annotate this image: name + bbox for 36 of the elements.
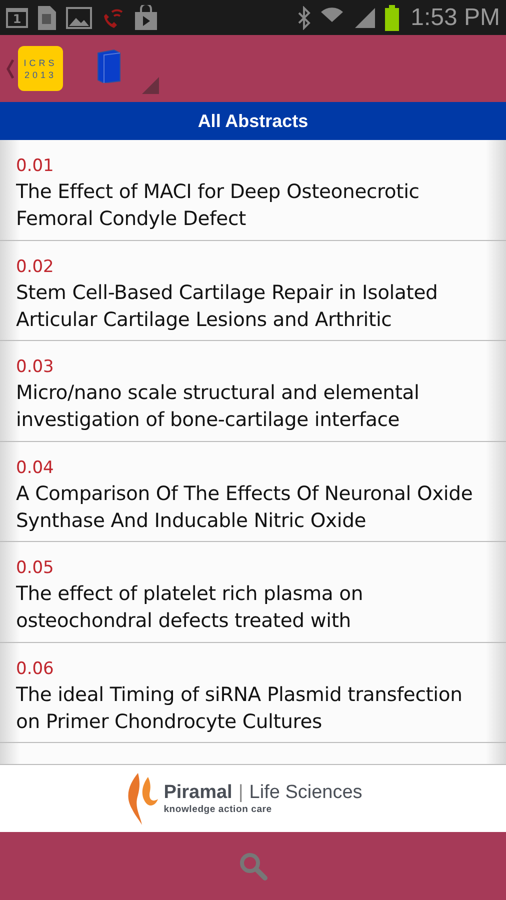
calendar-icon: 1 [6,8,28,28]
abstract-item[interactable]: 0.01 The Effect of MACI for Deep Osteonecrotic Femoral Condyle Defect [0,140,506,240]
abstract-number: 0.02 [16,256,55,278]
search-icon[interactable] [238,851,268,881]
abstract-number: 0.04 [16,456,55,480]
abstract-item[interactable]: 0.05 The effect of platelet rich plasma on osteochondral defects treated with [0,542,506,642]
image-icon [66,6,92,30]
abstract-title: The Effect of MACI for Deep Osteonecrotic Femoral Condyle Defect [16,179,420,232]
abstract-number: 0.06 [16,658,55,680]
dropdown-corner-icon[interactable] [142,77,159,94]
sponsor-tagline: knowledge action care [164,804,273,815]
sponsor-name: Piramal [164,782,232,804]
sponsor-division: Life Sciences [249,782,362,804]
bluetooth-icon [296,6,311,30]
abstract-item[interactable]: 0.06 The ideal Timing of siRNA Plasmid transfection on Primer Chondrocyte Cultures [0,642,506,743]
book-icon[interactable] [96,48,122,82]
conference-logo[interactable]: ICRS 2013 [18,46,63,91]
store-bag-icon [134,4,158,30]
sim-card-icon [36,4,58,30]
clock-time: 1:53 PM [410,4,500,32]
back-chevron-icon[interactable] [6,58,14,78]
abstract-title: A Comparison Of The Effects Of Neuronal Oxide Synthase And Inducable Nitric Oxide [16,480,474,534]
abstract-title: Micro/nano scale structural and elemental investigation of bone-cartilage interface [16,380,420,433]
abstract-item[interactable]: 0.03 Micro/nano scale structural and elemental investigation of bone-cartilage interface [0,341,506,442]
section-title: All Abstracts [0,102,506,140]
abstract-item[interactable]: 0.02 Stem Cell-Based Cartilage Repair in Isolated Articular Cartilage Lesions and Arthritic [0,240,506,341]
signal-icon [352,6,377,30]
abstract-number: 0.03 [16,356,55,379]
battery-icon [384,4,399,30]
abstract-title: The effect of platelet rich plasma on osteochondral defects treated with [16,581,364,634]
sponsor-separator: | [238,782,244,804]
abstract-title: The ideal Timing of siRNA Plasmid transfection on Primer Chondrocyte Cultures [16,682,464,734]
abstract-number: 0.05 [16,557,55,580]
abstract-title: Stem Cell-Based Cartilage Repair in Isolated Articular Cartilage Lesions and Arthritic [16,280,439,332]
abstract-number: 0.01 [16,155,55,178]
abstract-item[interactable]: 0.04 A Comparison Of The Effects Of Neuronal Oxide Synthase And Inducable Nitric Oxide [0,442,506,542]
